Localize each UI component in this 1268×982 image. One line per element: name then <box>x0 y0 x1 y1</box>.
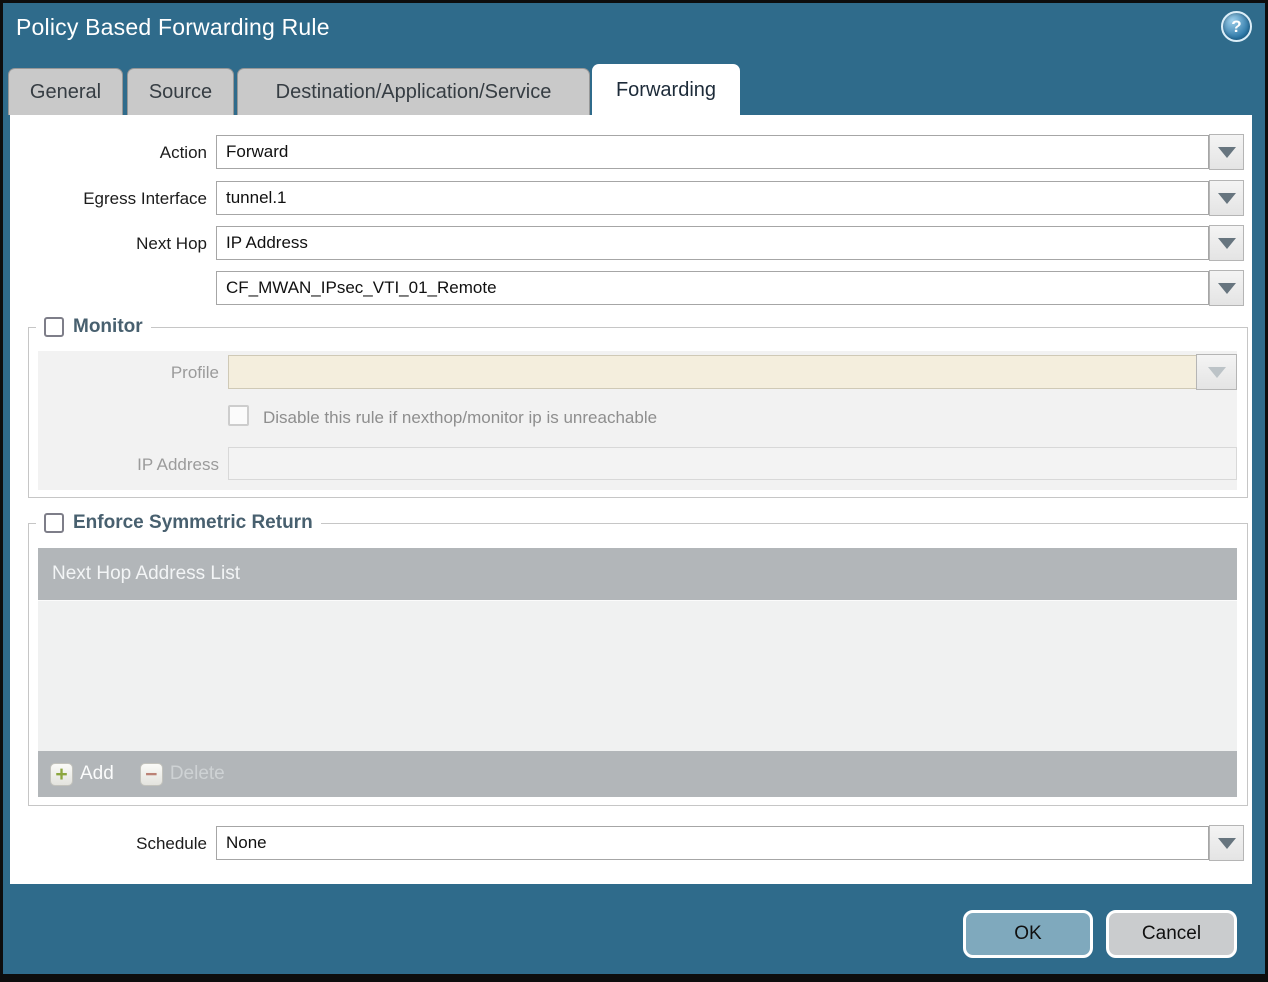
action-dropdown-button[interactable] <box>1209 134 1244 170</box>
next-hop-label: Next Hop <box>136 234 207 253</box>
delete-button-label: Delete <box>169 763 225 784</box>
add-button[interactable]: + Add <box>50 762 114 786</box>
help-icon[interactable]: ? <box>1221 11 1252 42</box>
monitor-ip-address-input[interactable] <box>228 447 1237 480</box>
profile-dropdown-button[interactable] <box>1196 354 1237 390</box>
next-hop-address-list-body[interactable] <box>38 600 1237 751</box>
tab-label: Forwarding <box>615 79 717 101</box>
cancel-button[interactable]: Cancel <box>1106 910 1237 958</box>
egress-interface-label: Egress Interface <box>83 189 207 208</box>
column-header-label: Next Hop Address List <box>52 563 240 584</box>
egress-interface-dropdown-button[interactable] <box>1209 180 1244 216</box>
tab-label: Destination/Application/Service <box>275 80 552 103</box>
chevron-down-icon <box>1217 146 1236 158</box>
chevron-down-icon <box>1207 366 1226 378</box>
profile-label: Profile <box>170 363 219 382</box>
profile-select[interactable] <box>228 355 1197 389</box>
chevron-down-icon <box>1217 282 1236 294</box>
dialog-title: Policy Based Forwarding Rule <box>16 14 330 40</box>
monitor-legend-label: Monitor <box>73 316 143 337</box>
symmetric-return-legend-label: Enforce Symmetric Return <box>73 512 313 533</box>
tab-destination-application-service[interactable]: Destination/Application/Service <box>237 68 590 115</box>
monitor-legend: Monitor <box>36 313 151 341</box>
schedule-dropdown-button[interactable] <box>1209 825 1244 861</box>
action-label: Action <box>159 143 207 162</box>
next-hop-address-list-header: Next Hop Address List <box>38 548 1237 600</box>
add-button-label: Add <box>80 763 114 784</box>
schedule-select[interactable]: None <box>216 826 1209 860</box>
tab-label: Source <box>148 80 213 103</box>
monitor-checkbox[interactable] <box>44 317 64 337</box>
enforce-symmetric-return-checkbox[interactable] <box>44 513 64 533</box>
monitor-ip-address-label: IP Address <box>137 455 219 474</box>
ok-button[interactable]: OK <box>963 910 1093 958</box>
chevron-down-icon <box>1217 192 1236 204</box>
symmetric-return-legend: Enforce Symmetric Return <box>36 509 321 537</box>
minus-icon: − <box>139 762 163 786</box>
disable-rule-label: Disable this rule if nexthop/monitor ip … <box>263 408 658 427</box>
next-hop-type-select[interactable]: IP Address <box>216 226 1209 260</box>
plus-icon: + <box>50 762 73 786</box>
tab-general[interactable]: General <box>8 68 123 115</box>
egress-interface-select[interactable]: tunnel.1 <box>216 181 1209 215</box>
next-hop-address-select[interactable]: CF_MWAN_IPsec_VTI_01_Remote <box>216 271 1209 305</box>
next-hop-address-list-toolbar: + Add − Delete <box>38 751 1237 797</box>
tab-label: General <box>29 80 102 103</box>
tab-forwarding[interactable]: Forwarding <box>592 64 740 116</box>
tab-source[interactable]: Source <box>127 68 234 115</box>
next-hop-dropdown-button[interactable] <box>1209 225 1244 261</box>
action-select[interactable]: Forward <box>216 135 1209 169</box>
chevron-down-icon <box>1217 237 1236 249</box>
delete-button[interactable]: − Delete <box>139 762 225 786</box>
schedule-label: Schedule <box>136 834 207 853</box>
disable-rule-checkbox[interactable] <box>228 405 249 426</box>
chevron-down-icon <box>1217 837 1236 849</box>
next-hop-address-dropdown-button[interactable] <box>1209 270 1244 306</box>
